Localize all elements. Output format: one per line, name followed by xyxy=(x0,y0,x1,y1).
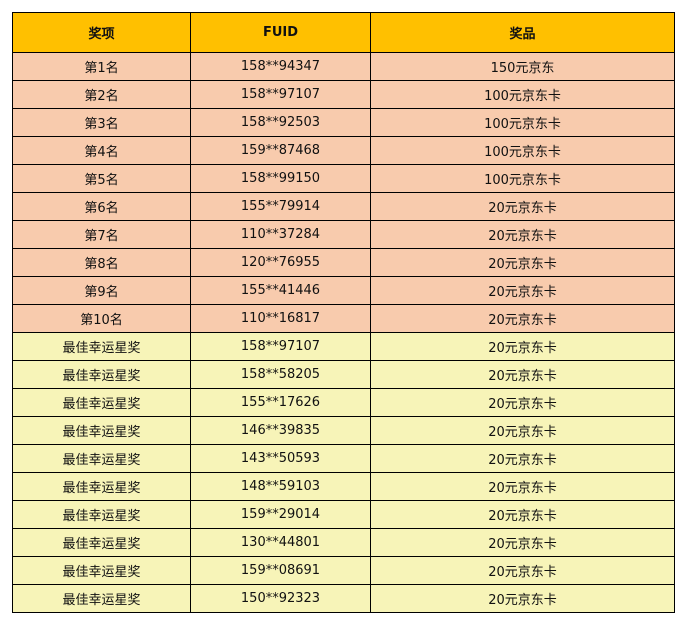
table-row: 第9名 155**41446 20元京东卡 xyxy=(12,276,675,305)
header-fuid: FUID xyxy=(190,12,371,53)
cell-award: 第3名 xyxy=(12,108,191,137)
table-row: 最佳幸运星奖 148**59103 20元京东卡 xyxy=(12,472,675,501)
table-row: 最佳幸运星奖 159**08691 20元京东卡 xyxy=(12,556,675,585)
header-award: 奖项 xyxy=(12,12,191,53)
header-prize: 奖品 xyxy=(370,12,675,53)
cell-fuid: 120**76955 xyxy=(190,248,371,277)
table-row: 第5名 158**99150 100元京东卡 xyxy=(12,164,675,193)
cell-award: 最佳幸运星奖 xyxy=(12,500,191,529)
cell-fuid: 146**39835 xyxy=(190,416,371,445)
cell-prize: 20元京东卡 xyxy=(370,416,675,445)
cell-fuid: 110**16817 xyxy=(190,304,371,333)
cell-prize: 20元京东卡 xyxy=(370,304,675,333)
cell-fuid: 158**97107 xyxy=(190,80,371,109)
cell-prize: 20元京东卡 xyxy=(370,388,675,417)
cell-fuid: 148**59103 xyxy=(190,472,371,501)
cell-fuid: 158**99150 xyxy=(190,164,371,193)
cell-award: 最佳幸运星奖 xyxy=(12,388,191,417)
winners-table-container: 奖项 FUID 奖品 第1名 158**94347 150元京东 第2名 158**97… xyxy=(12,12,675,613)
cell-prize: 20元京东卡 xyxy=(370,220,675,249)
cell-award: 最佳幸运星奖 xyxy=(12,416,191,445)
table-row: 最佳幸运星奖 150**92323 20元京东卡 xyxy=(12,584,675,613)
cell-award: 第1名 xyxy=(12,52,191,81)
table-body: 第1名 158**94347 150元京东 第2名 158**97107 100元京东卡第… xyxy=(12,52,675,613)
cell-award: 第7名 xyxy=(12,220,191,249)
cell-prize: 20元京东卡 xyxy=(370,192,675,221)
table-row: 第2名 158**97107 100元京东卡 xyxy=(12,80,675,109)
cell-prize: 20元京东卡 xyxy=(370,556,675,585)
cell-fuid: 159**08691 xyxy=(190,556,371,585)
cell-award: 最佳幸运星奖 xyxy=(12,360,191,389)
winners-table: 奖项 FUID 奖品 第1名 158**94347 150元京东 第2名 158**97… xyxy=(12,12,675,613)
cell-fuid: 158**58205 xyxy=(190,360,371,389)
cell-fuid: 158**97107 xyxy=(190,332,371,361)
cell-prize: 20元京东卡 xyxy=(370,584,675,613)
cell-fuid: 159**87468 xyxy=(190,136,371,165)
cell-fuid: 155**79914 xyxy=(190,192,371,221)
cell-prize: 150元京东 xyxy=(370,52,675,81)
cell-prize: 20元京东卡 xyxy=(370,276,675,305)
cell-prize: 100元京东卡 xyxy=(370,136,675,165)
table-row: 最佳幸运星奖 159**29014 20元京东卡 xyxy=(12,500,675,529)
cell-prize: 100元京东卡 xyxy=(370,108,675,137)
cell-award: 第10名 xyxy=(12,304,191,333)
cell-award: 第4名 xyxy=(12,136,191,165)
table-row: 最佳幸运星奖 146**39835 20元京东卡 xyxy=(12,416,675,445)
cell-prize: 20元京东卡 xyxy=(370,444,675,473)
cell-prize: 100元京东卡 xyxy=(370,80,675,109)
cell-award: 第9名 xyxy=(12,276,191,305)
cell-fuid: 159**29014 xyxy=(190,500,371,529)
table-row: 第6名 155**79914 20元京东卡 xyxy=(12,192,675,221)
cell-prize: 20元京东卡 xyxy=(370,332,675,361)
cell-fuid: 143**50593 xyxy=(190,444,371,473)
table-row: 最佳幸运星奖 143**50593 20元京东卡 xyxy=(12,444,675,473)
table-row: 最佳幸运星奖 130**44801 20元京东卡 xyxy=(12,528,675,557)
cell-prize: 20元京东卡 xyxy=(370,248,675,277)
cell-fuid: 158**92503 xyxy=(190,108,371,137)
cell-award: 最佳幸运星奖 xyxy=(12,584,191,613)
table-row: 第4名 159**87468 100元京东卡 xyxy=(12,136,675,165)
cell-award: 第2名 xyxy=(12,80,191,109)
cell-prize: 20元京东卡 xyxy=(370,500,675,529)
table-row: 最佳幸运星奖 158**58205 20元京东卡 xyxy=(12,360,675,389)
cell-prize: 20元京东卡 xyxy=(370,360,675,389)
cell-fuid: 155**41446 xyxy=(190,276,371,305)
cell-fuid: 155**17626 xyxy=(190,388,371,417)
table-row: 第7名 110**37284 20元京东卡 xyxy=(12,220,675,249)
table-row: 第1名 158**94347 150元京东 xyxy=(12,52,675,81)
table-row: 第10名 110**16817 20元京东卡 xyxy=(12,304,675,333)
cell-fuid: 158**94347 xyxy=(190,52,371,81)
cell-award: 第8名 xyxy=(12,248,191,277)
cell-fuid: 130**44801 xyxy=(190,528,371,557)
cell-fuid: 150**92323 xyxy=(190,584,371,613)
header-row: 奖项 FUID 奖品 xyxy=(12,12,675,53)
cell-award: 最佳幸运星奖 xyxy=(12,444,191,473)
cell-award: 第5名 xyxy=(12,164,191,193)
table-row: 最佳幸运星奖 158**97107 20元京东卡 xyxy=(12,332,675,361)
cell-prize: 20元京东卡 xyxy=(370,528,675,557)
cell-prize: 100元京东卡 xyxy=(370,164,675,193)
cell-award: 最佳幸运星奖 xyxy=(12,332,191,361)
cell-prize: 20元京东卡 xyxy=(370,472,675,501)
cell-award: 最佳幸运星奖 xyxy=(12,528,191,557)
table-row: 最佳幸运星奖 155**17626 20元京东卡 xyxy=(12,388,675,417)
cell-award: 第6名 xyxy=(12,192,191,221)
cell-award: 最佳幸运星奖 xyxy=(12,472,191,501)
table-row: 第3名 158**92503 100元京东卡 xyxy=(12,108,675,137)
cell-award: 最佳幸运星奖 xyxy=(12,556,191,585)
cell-fuid: 110**37284 xyxy=(190,220,371,249)
table-row: 第8名 120**76955 20元京东卡 xyxy=(12,248,675,277)
